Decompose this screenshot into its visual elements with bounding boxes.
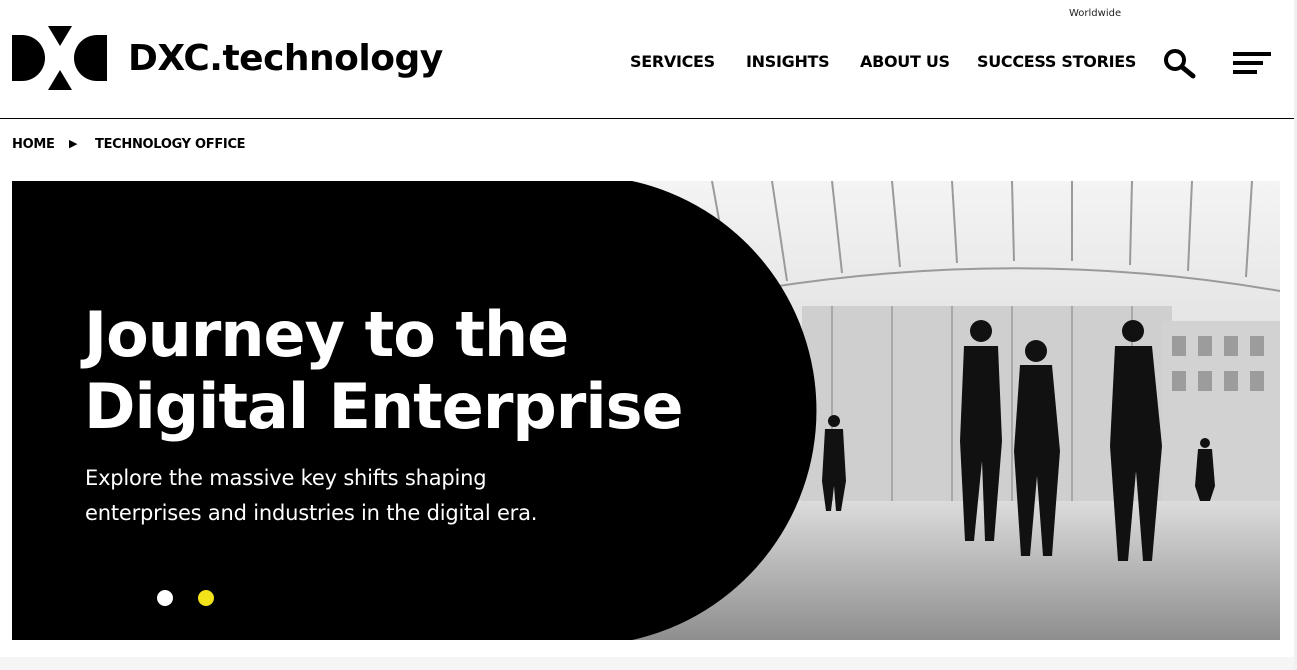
nav-about-us[interactable]: ABOUT US [860, 52, 950, 71]
hero-banner: Journey to the Digital Enterprise Explor… [12, 181, 1280, 640]
carousel-dot-2[interactable] [198, 590, 214, 606]
nav-services[interactable]: SERVICES [630, 52, 715, 71]
hero-subtitle-line-1: Explore the massive key shifts shaping [85, 466, 487, 490]
hamburger-menu-icon[interactable] [1232, 50, 1272, 76]
breadcrumb-technology-office[interactable]: TECHNOLOGY OFFICE [95, 137, 246, 152]
carousel-dot-1[interactable] [157, 590, 173, 606]
search-icon[interactable] [1162, 47, 1196, 79]
hero-title-line-1: Journey to the [84, 298, 569, 371]
brand-wordmark[interactable]: DXC.technology [128, 38, 443, 79]
header-divider [0, 118, 1297, 119]
footer-strip [0, 657, 1297, 670]
dxc-logo-mark[interactable] [12, 26, 107, 90]
hero-subtitle: Explore the massive key shifts shaping e… [85, 461, 537, 531]
breadcrumb-home[interactable]: HOME [12, 137, 55, 152]
region-selector-link[interactable]: Worldwide [1069, 8, 1121, 19]
hero-title: Journey to the Digital Enterprise [84, 298, 684, 443]
nav-success-stories[interactable]: SUCCESS STORIES [977, 52, 1136, 71]
triangle-right-icon: ▶ [69, 137, 78, 150]
nav-insights[interactable]: INSIGHTS [746, 52, 830, 71]
hero-title-line-2: Digital Enterprise [84, 370, 684, 443]
hero-subtitle-line-2: enterprises and industries in the digita… [85, 501, 538, 525]
